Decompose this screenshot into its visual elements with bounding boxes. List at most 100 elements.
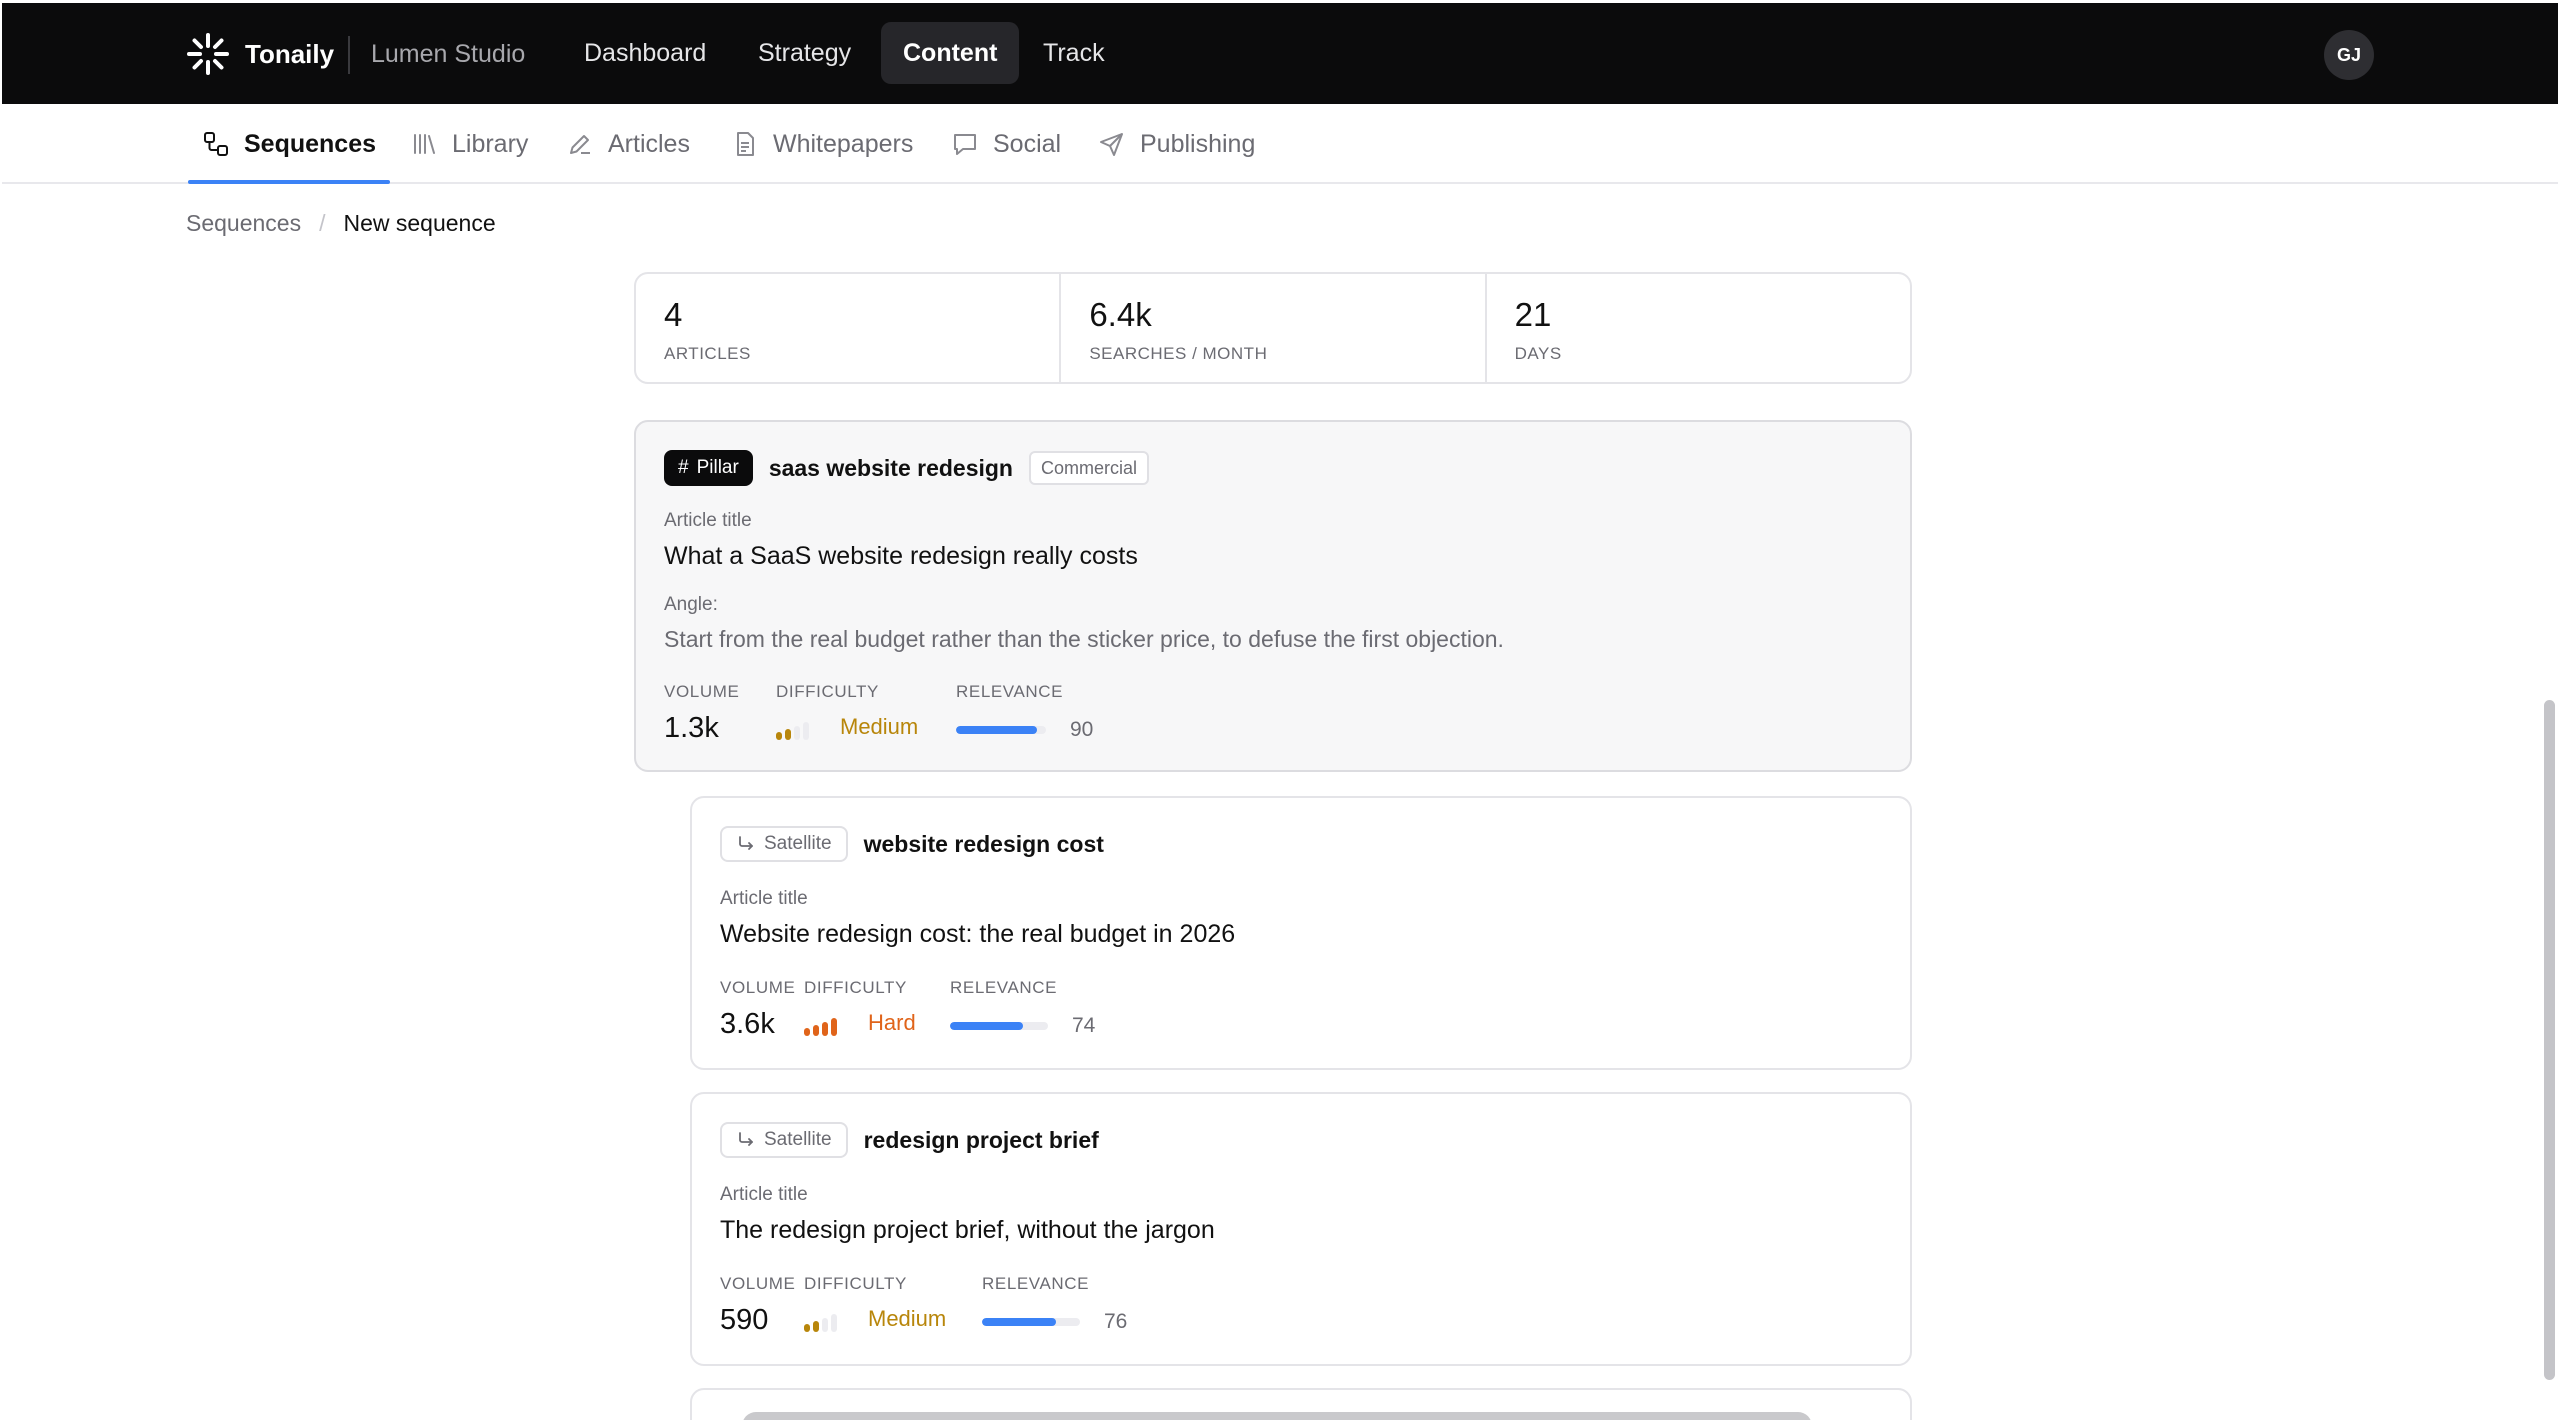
- pillar-card[interactable]: # Pillar saas website redesign Commercia…: [634, 420, 1912, 772]
- pencil-icon: [570, 135, 590, 154]
- difficulty-bars: [776, 722, 809, 740]
- relevance-bar: [950, 1022, 1048, 1030]
- card-header: Satellite redesign project brief: [720, 1122, 1099, 1158]
- relevance-fill: [982, 1318, 1057, 1326]
- difficulty-label: DIFFICULTY: [776, 682, 879, 701]
- breadcrumb-current: New sequence: [343, 210, 496, 236]
- hash-icon: #: [678, 457, 689, 478]
- card-header: Satellite website redesign cost: [720, 826, 1104, 862]
- top-navigation-bar: Tonaily Lumen Studio Dashboard Strategy …: [2, 3, 2558, 104]
- satellite-badge: Satellite: [720, 1122, 848, 1158]
- keyword: redesign project brief: [863, 1126, 1099, 1153]
- content-sub-navigation: Sequences Library Articles Whitepapers S…: [2, 104, 2558, 184]
- relevance-label: RELEVANCE: [982, 1274, 1090, 1293]
- sequence-stats: 4 ARTICLES 6.4k SEARCHES / MONTH 21 DAYS: [634, 272, 1912, 384]
- breadcrumb: Sequences / New sequence: [186, 210, 496, 237]
- difficulty-label: DIFFICULTY: [804, 1274, 907, 1293]
- scrollbar-thumb[interactable]: [2544, 700, 2555, 1380]
- loading-placeholder: [742, 1412, 1812, 1420]
- subnav-whitepapers[interactable]: Whitepapers: [731, 104, 913, 184]
- volume-value: 1.3k: [664, 712, 719, 744]
- article-title[interactable]: What a SaaS website redesign really cost…: [664, 542, 1138, 571]
- intent-tag: Commercial: [1029, 451, 1150, 485]
- subnav-library[interactable]: Library: [410, 104, 528, 184]
- library-icon: [414, 134, 435, 154]
- document-icon: [737, 132, 754, 156]
- nav-dashboard[interactable]: Dashboard: [562, 22, 728, 84]
- subnav-publishing-label: Publishing: [1140, 129, 1256, 158]
- brand-name[interactable]: Tonaily: [245, 39, 334, 70]
- satellite-card[interactable]: Satellite website redesign cost Article …: [690, 796, 1912, 1070]
- subnav-sequences[interactable]: Sequences: [202, 104, 376, 184]
- subnav-sequences-label: Sequences: [244, 129, 377, 158]
- angle-label: Angle:: [664, 594, 718, 615]
- difficulty-value: Hard: [868, 1010, 916, 1035]
- nav-content[interactable]: Content: [881, 22, 1020, 84]
- satellite-badge: Satellite: [720, 826, 848, 862]
- subnav-articles-label: Articles: [608, 129, 690, 158]
- difficulty-bars: [804, 1314, 837, 1332]
- keyword: website redesign cost: [863, 830, 1104, 857]
- difficulty-bars: [804, 1018, 837, 1036]
- article-title-label: Article title: [720, 1184, 808, 1205]
- keyword: saas website redesign: [768, 454, 1013, 481]
- relevance-value: 76: [1104, 1310, 1128, 1333]
- volume-label: VOLUME: [720, 1274, 796, 1293]
- nav-strategy[interactable]: Strategy: [736, 22, 873, 84]
- stat-value: 4: [664, 296, 683, 333]
- brand-divider: [348, 36, 350, 74]
- card-header: # Pillar saas website redesign Commercia…: [664, 450, 1150, 486]
- chat-bubble-icon: [954, 134, 976, 155]
- subnav-whitepapers-label: Whitepapers: [773, 129, 914, 158]
- article-title-label: Article title: [664, 510, 752, 531]
- breadcrumb-parent[interactable]: Sequences: [186, 210, 301, 237]
- volume-label: VOLUME: [664, 682, 740, 701]
- stat-value: 21: [1514, 296, 1552, 333]
- relevance-label: RELEVANCE: [956, 682, 1064, 701]
- subnav-social-label: Social: [993, 129, 1062, 158]
- sparkle-logo-icon: [187, 33, 229, 75]
- stat-value: 6.4k: [1089, 296, 1152, 333]
- subnav-publishing[interactable]: Publishing: [1098, 104, 1255, 184]
- sequences-icon: [204, 132, 228, 156]
- relevance-fill: [956, 726, 1037, 734]
- volume-value: 590: [720, 1304, 769, 1336]
- subnav-articles[interactable]: Articles: [566, 104, 690, 184]
- relevance-label: RELEVANCE: [950, 978, 1058, 997]
- return-arrow-icon: [739, 836, 753, 850]
- subnav-library-label: Library: [452, 129, 529, 158]
- stat-label: DAYS: [1514, 344, 1562, 363]
- workspace-name[interactable]: Lumen Studio: [371, 40, 525, 69]
- pillar-badge: # Pillar: [664, 450, 753, 486]
- article-title[interactable]: Website redesign cost: the real budget i…: [720, 920, 1235, 949]
- satellite-card-partial[interactable]: [690, 1388, 1912, 1420]
- subnav-social[interactable]: Social: [951, 104, 1061, 184]
- send-icon: [1100, 133, 1123, 156]
- difficulty-label: DIFFICULTY: [804, 978, 907, 997]
- relevance-bar: [956, 726, 1046, 734]
- angle-text[interactable]: Start from the real budget rather than t…: [664, 626, 1504, 653]
- difficulty-value: Medium: [840, 714, 919, 739]
- stat-articles: 4 ARTICLES: [636, 274, 1062, 382]
- volume-label: VOLUME: [720, 978, 796, 997]
- user-avatar[interactable]: GJ: [2324, 30, 2374, 80]
- stat-searches: 6.4k SEARCHES / MONTH: [1061, 274, 1487, 382]
- breadcrumb-separator: /: [319, 210, 326, 236]
- stat-days: 21 DAYS: [1487, 274, 1910, 382]
- relevance-value: 90: [1070, 718, 1094, 741]
- article-title[interactable]: The redesign project brief, without the …: [720, 1216, 1215, 1245]
- volume-value: 3.6k: [720, 1008, 775, 1040]
- badge-label: Pillar: [696, 457, 739, 478]
- active-tab-indicator: [188, 180, 390, 184]
- return-arrow-icon: [739, 1132, 753, 1146]
- relevance-bar: [982, 1318, 1080, 1326]
- nav-track[interactable]: Track: [1021, 22, 1127, 84]
- difficulty-value: Medium: [868, 1306, 947, 1331]
- badge-label: Satellite: [764, 833, 832, 854]
- badge-label: Satellite: [764, 1129, 832, 1150]
- satellite-card[interactable]: Satellite redesign project brief Article…: [690, 1092, 1912, 1366]
- stat-label: ARTICLES: [664, 344, 751, 363]
- article-title-label: Article title: [720, 888, 808, 909]
- stat-label: SEARCHES / MONTH: [1089, 344, 1268, 363]
- relevance-fill: [950, 1022, 1023, 1030]
